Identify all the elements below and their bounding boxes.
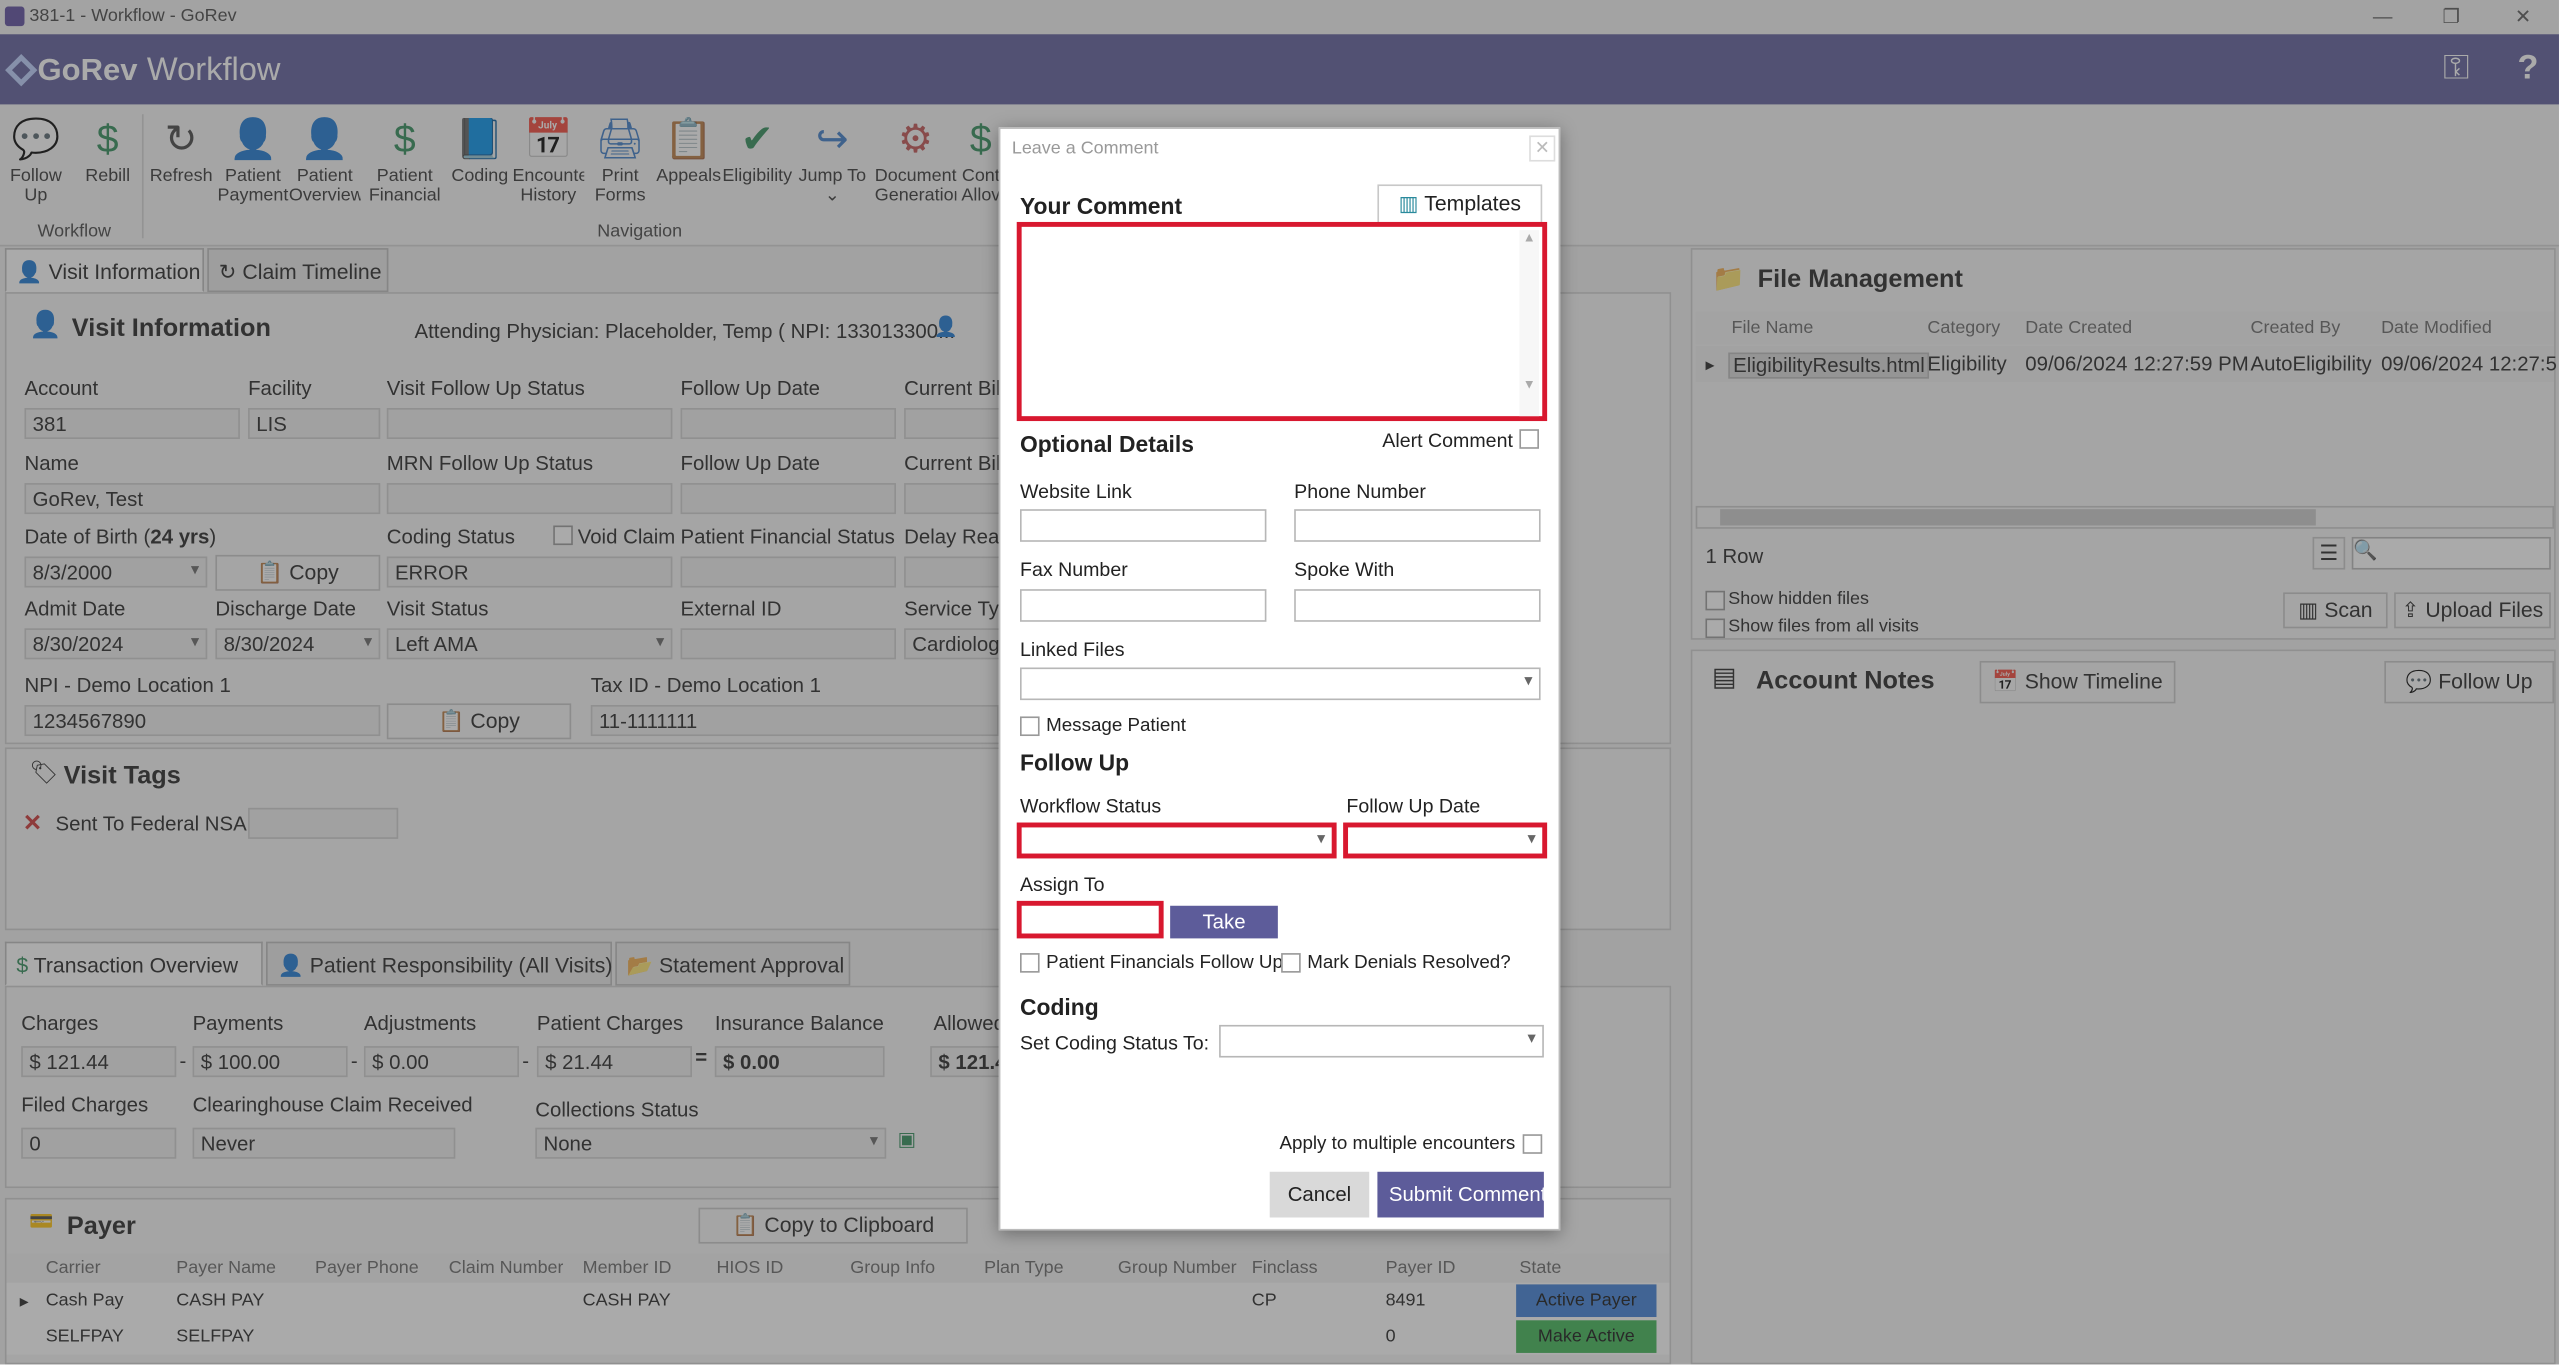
- spoke-with-label: Spoke With: [1294, 558, 1395, 581]
- follow-up-date-label: Follow Up Date: [1346, 794, 1481, 818]
- comment-scrollbar[interactable]: ▲ ▼: [1519, 230, 1539, 417]
- cancel-button[interactable]: Cancel: [1269, 1171, 1370, 1218]
- linked-files-label: Linked Files: [1020, 638, 1125, 661]
- templates-button[interactable]: ▥ Templates: [1377, 184, 1543, 224]
- assign-to-input[interactable]: [1016, 900, 1164, 939]
- phone-number-input[interactable]: [1294, 509, 1541, 542]
- set-coding-status-label: Set Coding Status To:: [1020, 1031, 1210, 1055]
- patient-financials-follow-up-label: Patient Financials Follow Up: [1046, 953, 1283, 973]
- linked-files-select[interactable]: [1020, 667, 1541, 701]
- follow-up-heading: Follow Up: [1020, 749, 1130, 776]
- message-patient-checkbox[interactable]: [1020, 716, 1040, 737]
- optional-details-heading: Optional Details: [1020, 430, 1194, 457]
- alert-comment-label: Alert Comment: [1382, 429, 1513, 453]
- workflow-status-label: Workflow Status: [1020, 794, 1162, 818]
- apply-multiple-checkbox[interactable]: [1522, 1134, 1543, 1154]
- website-link-label: Website Link: [1020, 479, 1132, 503]
- coding-heading: Coding: [1020, 993, 1099, 1020]
- alert-comment-checkbox[interactable]: [1519, 429, 1539, 449]
- workflow-status-select[interactable]: [1016, 822, 1337, 859]
- leave-comment-dialog: Leave a Comment ✕ Your Comment ▥ Templat…: [998, 127, 1561, 1231]
- mark-denials-resolved-label: Mark Denials Resolved?: [1307, 953, 1511, 973]
- books-icon: ▥: [1398, 190, 1419, 216]
- patient-financials-follow-up-checkbox[interactable]: [1020, 953, 1040, 973]
- comment-textarea[interactable]: ▲ ▼: [1016, 221, 1548, 422]
- follow-up-date-picker[interactable]: [1343, 822, 1548, 859]
- dialog-title: Leave a Comment: [1011, 138, 1159, 159]
- phone-number-label: Phone Number: [1294, 479, 1426, 503]
- spoke-with-input[interactable]: [1294, 589, 1541, 622]
- apply-multiple-label: Apply to multiple encounters: [1279, 1134, 1516, 1154]
- mark-denials-resolved-checkbox[interactable]: [1281, 953, 1301, 973]
- coding-status-select[interactable]: [1219, 1024, 1544, 1058]
- close-dialog-icon[interactable]: ✕: [1529, 135, 1556, 162]
- submit-comment-button[interactable]: Submit Comment: [1377, 1171, 1544, 1218]
- message-patient-label: Message Patient: [1046, 716, 1186, 737]
- assign-to-label: Assign To: [1020, 873, 1105, 896]
- website-link-input[interactable]: [1020, 509, 1267, 542]
- fax-number-label: Fax Number: [1020, 558, 1128, 581]
- take-button[interactable]: Take: [1170, 905, 1278, 939]
- fax-number-input[interactable]: [1020, 589, 1267, 622]
- your-comment-heading: Your Comment: [1020, 192, 1183, 219]
